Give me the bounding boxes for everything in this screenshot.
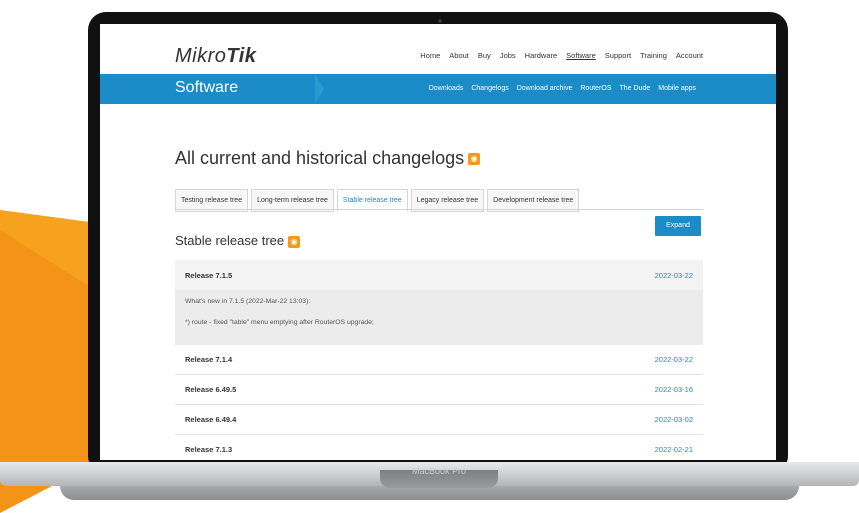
nav-jobs[interactable]: Jobs	[500, 51, 516, 60]
subnav-download-archive[interactable]: Download archive	[517, 85, 573, 92]
macbook-label: MacBook Pro	[411, 466, 467, 476]
nav-support[interactable]: Support	[605, 51, 631, 60]
subnav-routeros[interactable]: RouterOS	[580, 85, 611, 92]
mikrotik-logo[interactable]: MikroTik	[175, 45, 256, 68]
rss-icon[interactable]: ◉	[288, 235, 301, 248]
browser-screen: MikroTik Home About Buy Jobs Hardware So…	[100, 24, 776, 460]
software-subnav: Downloads Changelogs Download archive Ro…	[429, 85, 696, 92]
subnav-the-dude[interactable]: The Dude	[620, 85, 651, 92]
release-row[interactable]: Release 6.49.4 2022-03-02	[175, 405, 703, 435]
release-date: 2022-03-22	[654, 270, 693, 280]
subnav-changelogs[interactable]: Changelogs	[471, 85, 508, 92]
laptop-base-lower	[60, 486, 799, 500]
release-name: Release 6.49.4	[185, 415, 237, 424]
release-notes-item: *) route - fixed "table" menu emptying a…	[185, 319, 374, 326]
subnav-mobile-apps[interactable]: Mobile apps	[658, 85, 696, 92]
logo-text: Mikro	[175, 45, 227, 67]
page-title: All current and historical changelogs ◉	[175, 148, 481, 169]
release-name: Release 7.1.3	[185, 445, 233, 454]
release-row[interactable]: Release 7.1.5 2022-03-22	[175, 260, 703, 290]
nav-hardware[interactable]: Hardware	[525, 51, 558, 60]
release-name: Release 7.1.4	[185, 355, 233, 364]
rss-icon[interactable]: ◉	[468, 153, 481, 166]
nav-training[interactable]: Training	[640, 51, 667, 60]
nav-buy[interactable]: Buy	[478, 51, 491, 60]
nav-about[interactable]: About	[449, 51, 469, 60]
section-title-text: Stable release tree	[175, 233, 285, 248]
nav-home[interactable]: Home	[420, 51, 440, 60]
nav-account[interactable]: Account	[676, 51, 703, 60]
release-date: 2022-02-21	[654, 445, 693, 454]
main-nav: Home About Buy Jobs Hardware Software Su…	[420, 51, 703, 60]
release-date: 2022-03-02	[654, 415, 693, 424]
release-row[interactable]: Release 7.1.3 2022-02-21	[175, 435, 703, 460]
bar-arrow-decoration	[315, 74, 324, 104]
release-row[interactable]: Release 7.1.4 2022-03-22	[175, 345, 703, 375]
software-title: Software	[175, 79, 239, 96]
release-date: 2022-03-16	[654, 385, 693, 394]
logo-bold: Tik	[226, 45, 257, 67]
release-notes: What's new in 7.1.5 (2022-Mar-22 13:03):…	[175, 290, 703, 345]
release-list: Release 7.1.5 2022-03-22 What's new in 7…	[175, 260, 703, 460]
release-date: 2022-03-22	[654, 355, 693, 364]
release-name: Release 6.49.5	[185, 385, 237, 394]
section-title: Stable release tree ◉	[175, 233, 301, 248]
page-title-text: All current and historical changelogs	[175, 148, 465, 168]
release-notes-heading: What's new in 7.1.5 (2022-Mar-22 13:03):	[185, 298, 311, 305]
expand-button[interactable]: Expand	[655, 216, 701, 236]
top-nav: MikroTik Home About Buy Jobs Hardware So…	[100, 24, 776, 74]
release-name: Release 7.1.5	[185, 270, 233, 280]
release-row[interactable]: Release 6.49.5 2022-03-16	[175, 375, 703, 405]
nav-software[interactable]: Software	[566, 51, 596, 60]
camera-icon	[438, 19, 442, 23]
tab-divider	[175, 209, 703, 210]
subnav-downloads[interactable]: Downloads	[429, 85, 464, 92]
